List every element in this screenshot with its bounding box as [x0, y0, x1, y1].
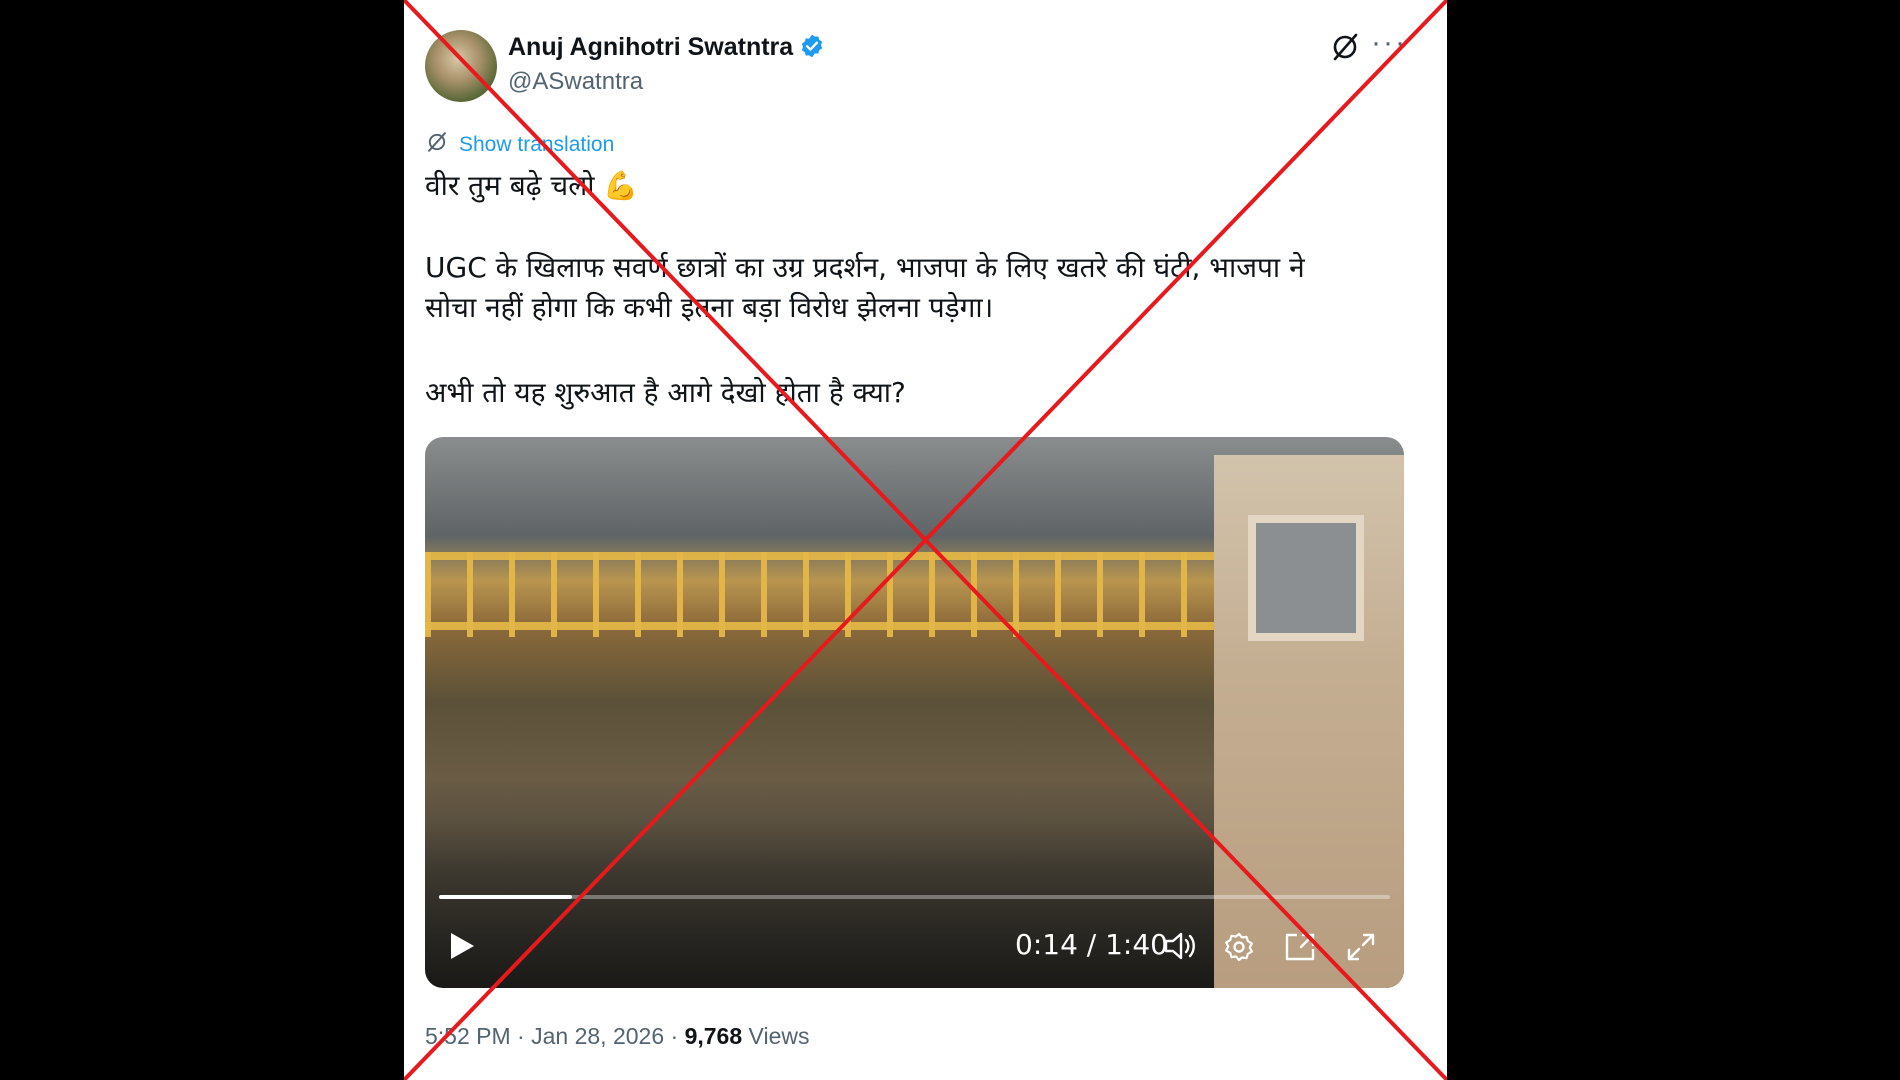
author-handle[interactable]: @ASwatntra — [508, 68, 643, 96]
views-label: Views — [748, 1023, 810, 1049]
show-translation-link[interactable]: Show translation — [425, 130, 614, 160]
video-progress-bar[interactable] — [439, 895, 1390, 899]
meta-separator: · — [510, 1023, 532, 1049]
author-name-text[interactable]: Anuj Agnihotri Swatntra — [508, 33, 793, 61]
tweet-card: Anuj Agnihotri Swatntra @ASwatntra ··· S… — [404, 0, 1447, 1080]
more-icon[interactable]: ··· — [1371, 26, 1407, 60]
play-icon[interactable] — [447, 930, 477, 967]
tweet-text-line-3: सोचा नहीं होगा कि कभी इतना बड़ा विरोध झे… — [425, 291, 994, 324]
video-progress-fill — [439, 895, 573, 899]
fullscreen-icon[interactable] — [1345, 931, 1377, 968]
video-time: 0:14 / 1:40 — [1015, 928, 1168, 961]
avatar[interactable] — [425, 30, 497, 102]
tweet-date[interactable]: Jan 28, 2026 — [531, 1023, 664, 1049]
tweet-text-line-2: UGC के खिलाफ सवर्ण छात्रों का उग्र प्रदर… — [425, 251, 1305, 284]
volume-icon[interactable] — [1163, 930, 1199, 967]
video-frame-barricade — [425, 552, 1225, 637]
tweet-text-line-1: वीर तुम बढ़े चलो 💪 — [425, 169, 639, 202]
meta-separator: · — [664, 1023, 685, 1049]
views-count: 9,768 — [684, 1023, 743, 1049]
video-frame-wall — [1214, 455, 1404, 988]
video-frame-window — [1248, 515, 1364, 641]
grok-icon[interactable] — [1330, 32, 1360, 67]
video-player[interactable]: 0:14 / 1:40 — [425, 437, 1404, 988]
settings-icon[interactable] — [1223, 931, 1255, 968]
tweet-meta: 5:52 PM · Jan 28, 2026 · 9,768 Views — [425, 1023, 809, 1050]
pip-icon[interactable] — [1283, 931, 1317, 968]
translate-icon — [425, 130, 449, 160]
verified-badge-icon — [799, 33, 825, 66]
author-name[interactable]: Anuj Agnihotri Swatntra — [508, 33, 825, 66]
show-translation-label[interactable]: Show translation — [459, 133, 614, 157]
tweet-time[interactable]: 5:52 PM — [425, 1023, 511, 1049]
tweet-text-line-4: अभी तो यह शुरुआत है आगे देखो होता है क्य… — [425, 376, 906, 409]
